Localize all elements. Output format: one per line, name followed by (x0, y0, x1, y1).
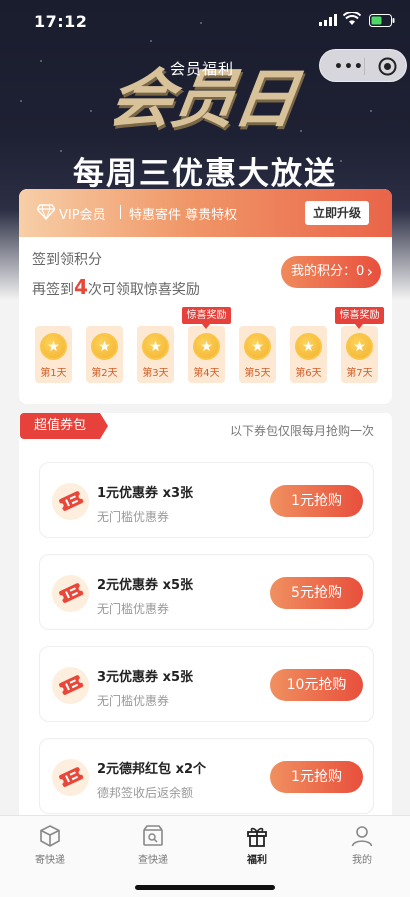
signin-desc-suffix: 次可领取惊喜奖励 (87, 282, 200, 298)
coupon-card[interactable]: 2元德邦红包 x2个 德邦签收后返余额 1元抢购 (39, 738, 374, 814)
tab-mine[interactable]: 我的 (327, 824, 397, 866)
day-card-1[interactable]: ★ 第1天 (35, 326, 72, 383)
coupon-card[interactable]: 1元优惠券 x3张 无门槛优惠券 1元抢购 (39, 462, 374, 538)
day-card-2[interactable]: ★ 第2天 (86, 326, 123, 383)
coin-icon: ★ (346, 333, 373, 360)
buy-button[interactable]: 5元抢购 (270, 577, 363, 609)
star-icon: ★ (47, 339, 60, 355)
coin-icon: ★ (244, 333, 271, 360)
logo-small-text: 会员福利 (170, 60, 235, 78)
vip-bar: VIP会员 特惠寄件 尊贵特权 立即升级 (19, 189, 392, 237)
day-card-5[interactable]: ★ 第5天 (239, 326, 276, 383)
coupon-section-title: 超值券包 (20, 413, 108, 439)
vip-divider (120, 205, 121, 219)
coupon-subtitle: 德邦签收后返余额 (97, 786, 194, 800)
star-icon: ★ (353, 339, 366, 355)
vip-label: VIP会员 (59, 208, 106, 223)
signal-icon (319, 14, 337, 26)
coupon-title: 2元德邦红包 x2个 (97, 762, 207, 777)
star-icon: ★ (200, 339, 213, 355)
tab-label: 寄快递 (35, 855, 65, 866)
coupon-section-note: 以下券包仅限每月抢购一次 (229, 424, 374, 438)
coupon-card[interactable]: 2元优惠券 x5张 无门槛优惠券 5元抢购 (39, 554, 374, 630)
star-icon: ★ (98, 339, 111, 355)
more-icon[interactable]: ••• (334, 59, 364, 75)
day-card-6[interactable]: ★ 第6天 (290, 326, 327, 383)
buy-button[interactable]: 10元抢购 (270, 669, 363, 701)
coin-icon: ★ (142, 333, 169, 360)
member-day-logo: 会员日 会员福利 (104, 48, 310, 148)
tab-track-express[interactable]: 查快递 (118, 824, 188, 866)
coupon-title: 3元优惠券 x5张 (97, 670, 194, 685)
day-label: 第6天 (295, 368, 322, 379)
signin-remaining-count: 4 (74, 275, 88, 299)
buy-button[interactable]: 1元抢购 (270, 761, 363, 793)
package-icon (40, 825, 60, 847)
hero-slogan: 每周三优惠大放送 (73, 156, 337, 192)
miniapp-capsule[interactable]: ••• (319, 49, 407, 82)
day-card-3[interactable]: ★ 第3天 (137, 326, 174, 383)
vip-card: VIP会员 特惠寄件 尊贵特权 立即升级 签到领积分 再签到4次可领取惊喜奖励 … (19, 189, 392, 404)
gift-icon (247, 827, 267, 847)
buy-button[interactable]: 1元抢购 (270, 485, 363, 517)
points-label: 我的积分：0 (291, 264, 365, 279)
status-bar: 17:12 (0, 10, 410, 34)
coupon-subtitle: 无门槛优惠券 (97, 510, 170, 524)
surprise-tag: 惊喜奖励 (182, 307, 231, 329)
coupon-title: 2元优惠券 x5张 (97, 578, 194, 593)
coin-icon: ★ (193, 333, 220, 360)
signin-title: 签到领积分 (32, 252, 102, 268)
tab-label: 我的 (352, 855, 372, 866)
battery-icon (369, 14, 395, 27)
wifi-icon (343, 12, 361, 25)
ticket-icon (52, 759, 89, 796)
surprise-tag: 惊喜奖励 (335, 307, 384, 329)
day-card-4[interactable]: 惊喜奖励 ★ 第4天 (182, 307, 231, 383)
home-indicator (135, 885, 275, 890)
track-icon (143, 825, 163, 846)
tab-send-express[interactable]: 寄快递 (15, 824, 85, 866)
signin-desc-prefix: 再签到 (32, 282, 74, 298)
coupon-title: 1元优惠券 x3张 (97, 486, 194, 501)
user-icon (351, 826, 373, 847)
day-label: 第1天 (40, 368, 67, 379)
diamond-icon (37, 204, 55, 220)
star-icon: ★ (149, 339, 162, 355)
day-label: 第5天 (244, 368, 271, 379)
tab-label: 福利 (247, 855, 267, 866)
coin-icon: ★ (91, 333, 118, 360)
tab-welfare[interactable]: 福利 (222, 824, 292, 866)
tab-label: 查快递 (138, 855, 168, 866)
day-label: 第7天 (346, 368, 373, 379)
coupon-section: 超值券包 以下券包仅限每月抢购一次 1元优惠券 x3张 无门槛优惠券 1元抢购 … (19, 413, 392, 833)
signin-desc: 再签到4次可领取惊喜奖励 (32, 275, 200, 299)
day-label: 第4天 (193, 368, 220, 379)
day-card-7[interactable]: 惊喜奖励 ★ 第7天 (335, 307, 384, 383)
vip-perks: 特惠寄件 尊贵特权 (129, 208, 238, 223)
day-label: 第2天 (91, 368, 118, 379)
signin-days: ★ 第1天 ★ 第2天 ★ 第3天 惊喜奖励 ★ 第4天 ★ 第5天 ★ 第6天… (35, 307, 384, 386)
ticket-icon (52, 483, 89, 520)
capsule-divider (364, 58, 365, 75)
ticket-icon (52, 667, 89, 704)
star-icon: ★ (251, 339, 264, 355)
day-label: 第3天 (142, 368, 169, 379)
my-points-button[interactable]: 我的积分：0 › (281, 256, 381, 288)
coin-icon: ★ (295, 333, 322, 360)
coupon-card[interactable]: 3元优惠券 x5张 无门槛优惠券 10元抢购 (39, 646, 374, 722)
close-miniapp-icon[interactable] (378, 57, 397, 76)
ticket-icon (52, 575, 89, 612)
status-time: 17:12 (34, 12, 88, 31)
upgrade-button[interactable]: 立即升级 (305, 201, 369, 225)
star-icon: ★ (302, 339, 315, 355)
chevron-right-icon: › (366, 262, 373, 281)
coin-icon: ★ (40, 333, 67, 360)
coupon-subtitle: 无门槛优惠券 (97, 694, 170, 708)
coupon-subtitle: 无门槛优惠券 (97, 602, 170, 616)
